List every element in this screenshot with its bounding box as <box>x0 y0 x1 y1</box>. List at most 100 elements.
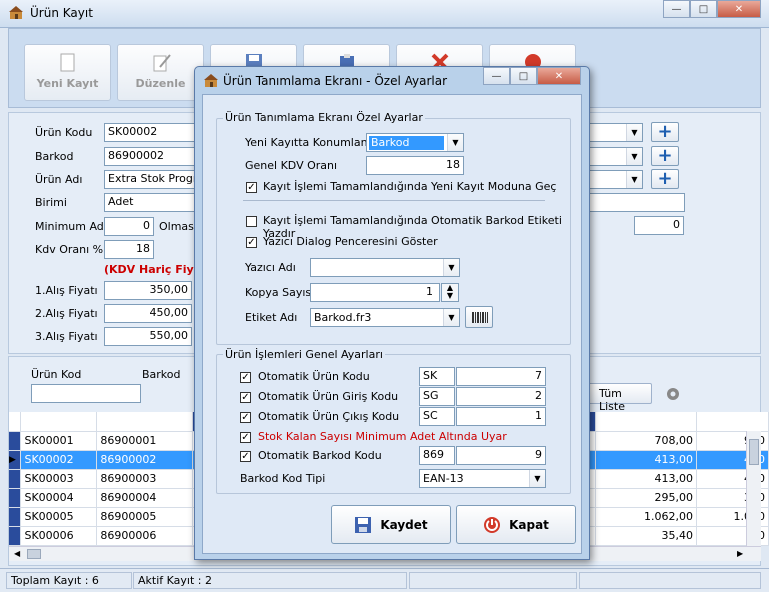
grid-vscroll-thumb[interactable] <box>749 439 759 465</box>
right-combo-3[interactable]: ▼ <box>589 170 643 189</box>
oto-kod-num[interactable]: 7 <box>456 367 546 386</box>
cell-barkod[interactable]: 86900005 <box>96 507 194 527</box>
tum-liste-button[interactable]: Tüm Liste <box>582 383 652 413</box>
add-barkod-button[interactable]: + <box>651 146 679 166</box>
oto-barkod-checkbox[interactable]: ✓ <box>240 451 251 462</box>
oto-cikis-checkbox[interactable]: ✓ <box>240 412 251 423</box>
dialog-caption-buttons: — □ ✕ <box>483 67 581 85</box>
cell-alis1[interactable]: 708,00 <box>595 431 698 451</box>
right-combo-2[interactable]: ▼ <box>589 147 643 166</box>
save-icon <box>355 516 372 533</box>
dialog-titlebar: Ürün Tanımlama Ekranı - Özel Ayarlar — □… <box>195 67 589 93</box>
oto-giris-num[interactable]: 2 <box>456 387 546 406</box>
kaydet-label: Kaydet <box>380 517 428 532</box>
oto-kod-prefix[interactable]: SK <box>419 367 455 386</box>
oto-cikis-prefix[interactable]: SC <box>419 407 455 426</box>
new-record-button[interactable]: Yeni Kayıt <box>24 44 111 101</box>
right-combo-1[interactable]: ▼ <box>589 123 643 142</box>
cell-alis1[interactable]: 413,00 <box>595 469 698 489</box>
cell-barkod[interactable]: 86900003 <box>96 469 194 489</box>
cell-alis1[interactable]: 1.062,00 <box>595 507 698 527</box>
cell-kod[interactable]: SK00001 <box>20 431 98 451</box>
etiket-label: Etiket Adı <box>245 311 298 324</box>
kopya-spinner[interactable]: ▲ ▼ <box>441 283 459 302</box>
adi-field[interactable]: Extra Stok Progr <box>104 170 199 189</box>
edit-button[interactable]: Düzenle <box>117 44 204 101</box>
kapat-button[interactable]: Kapat <box>456 505 576 544</box>
close-button[interactable]: ✕ <box>537 67 581 85</box>
col-header-kod[interactable]: Ürün Kodu <box>20 412 98 432</box>
cell-kod[interactable]: SK00005 <box>20 507 98 527</box>
yazici-dialog-label: Yazıcı Dialog Penceresini Göster <box>263 235 438 248</box>
minimize-button[interactable]: — <box>483 67 510 85</box>
oto-giris-prefix[interactable]: SG <box>419 387 455 406</box>
settings-dialog: Ürün Tanımlama Ekranı - Özel Ayarlar — □… <box>194 66 590 560</box>
maximize-button[interactable]: □ <box>690 0 717 18</box>
col-header-alis1[interactable]: 1.Alış (Kdv Dahil) <box>595 412 698 432</box>
app-icon <box>9 6 23 19</box>
cell-alis1[interactable]: 295,00 <box>595 488 698 508</box>
oto-giris-checkbox[interactable]: ✓ <box>240 392 251 403</box>
oto-barkod-num[interactable]: 9 <box>456 446 546 465</box>
konum-value: Barkod <box>369 136 444 150</box>
kdv-label: Kdv Oranı % <box>35 243 104 256</box>
cell-barkod[interactable]: 86900002 <box>96 450 194 470</box>
row-indicator <box>9 507 22 527</box>
chevron-down-icon: ▼ <box>443 309 459 326</box>
kopya-field[interactable]: 1 <box>310 283 440 302</box>
kdv-field[interactable]: 18 <box>366 156 464 175</box>
grid-vscrollbar[interactable] <box>746 431 761 546</box>
gear-icon[interactable] <box>665 386 681 402</box>
yazici-label: Yazıcı Adı <box>245 261 296 274</box>
kdv-label: Genel KDV Oranı <box>245 159 338 172</box>
cell-kod[interactable]: SK00004 <box>20 488 98 508</box>
cell-barkod[interactable]: 86900006 <box>96 526 194 546</box>
kdv-field[interactable]: 18 <box>104 240 154 259</box>
oto-kod-checkbox[interactable]: ✓ <box>240 372 251 383</box>
add-adi-button[interactable]: + <box>651 169 679 189</box>
cell-kod[interactable]: SK00002 <box>20 450 98 470</box>
right-field-birim[interactable] <box>589 193 685 212</box>
barkod-tipi-combo[interactable]: EAN-13 ▼ <box>419 469 546 488</box>
kod-field[interactable]: SK00002 <box>104 123 199 142</box>
barkod-field[interactable]: 86900002 <box>104 147 199 166</box>
alis2-field[interactable]: 450,00 <box>104 304 192 323</box>
cell-kod[interactable]: SK00003 <box>20 469 98 489</box>
cell-barkod[interactable]: 86900001 <box>96 431 194 451</box>
min-adet-field[interactable]: 0 <box>104 217 154 236</box>
barkod-yazdir-checkbox[interactable] <box>246 216 257 227</box>
kaydet-button[interactable]: Kaydet <box>331 505 451 544</box>
maximize-button[interactable]: □ <box>510 67 537 85</box>
close-button[interactable]: ✕ <box>717 0 761 18</box>
kod-label: Ürün Kodu <box>35 126 93 139</box>
col-header-barkod[interactable]: Barkod <box>96 412 194 432</box>
cell-barkod[interactable]: 86900004 <box>96 488 194 508</box>
grid-hscroll-thumb[interactable] <box>27 549 41 559</box>
add-kod-button[interactable]: + <box>651 122 679 142</box>
alis3-field[interactable]: 550,00 <box>104 327 192 346</box>
col-header-alis2[interactable]: 2.Alış Fiya <box>696 412 769 432</box>
scroll-right-icon[interactable]: ▶ <box>737 549 745 558</box>
group1-title: Ürün Tanımlama Ekranı Özel Ayarlar <box>223 111 425 124</box>
yeni-kayit-checkbox[interactable]: ✓ <box>246 182 257 193</box>
minimize-button[interactable]: — <box>663 0 690 18</box>
cell-alis1[interactable]: 35,40 <box>595 526 698 546</box>
etiket-combo[interactable]: Barkod.fr3 ▼ <box>310 308 460 327</box>
yazici-dialog-checkbox[interactable]: ✓ <box>246 237 257 248</box>
barcode-design-button[interactable] <box>465 306 493 328</box>
birim-label: Birimi <box>35 196 67 209</box>
cell-alis1[interactable]: 413,00 <box>595 450 698 470</box>
oto-barkod-prefix[interactable]: 869 <box>419 446 455 465</box>
filter-kod-input[interactable] <box>31 384 141 403</box>
scroll-left-icon[interactable]: ◀ <box>14 549 22 558</box>
row-indicator <box>9 469 22 489</box>
konum-combo[interactable]: Barkod ▼ <box>366 133 464 152</box>
alis1-field[interactable]: 350,00 <box>104 281 192 300</box>
birim-field[interactable]: Adet <box>104 193 199 212</box>
yazici-combo[interactable]: ▼ <box>310 258 460 277</box>
new-record-label: Yeni Kayıt <box>36 77 99 90</box>
stok-uyar-checkbox[interactable]: ✓ <box>240 432 251 443</box>
oto-cikis-num[interactable]: 1 <box>456 407 546 426</box>
right-number-field[interactable]: 0 <box>634 216 684 235</box>
cell-kod[interactable]: SK00006 <box>20 526 98 546</box>
